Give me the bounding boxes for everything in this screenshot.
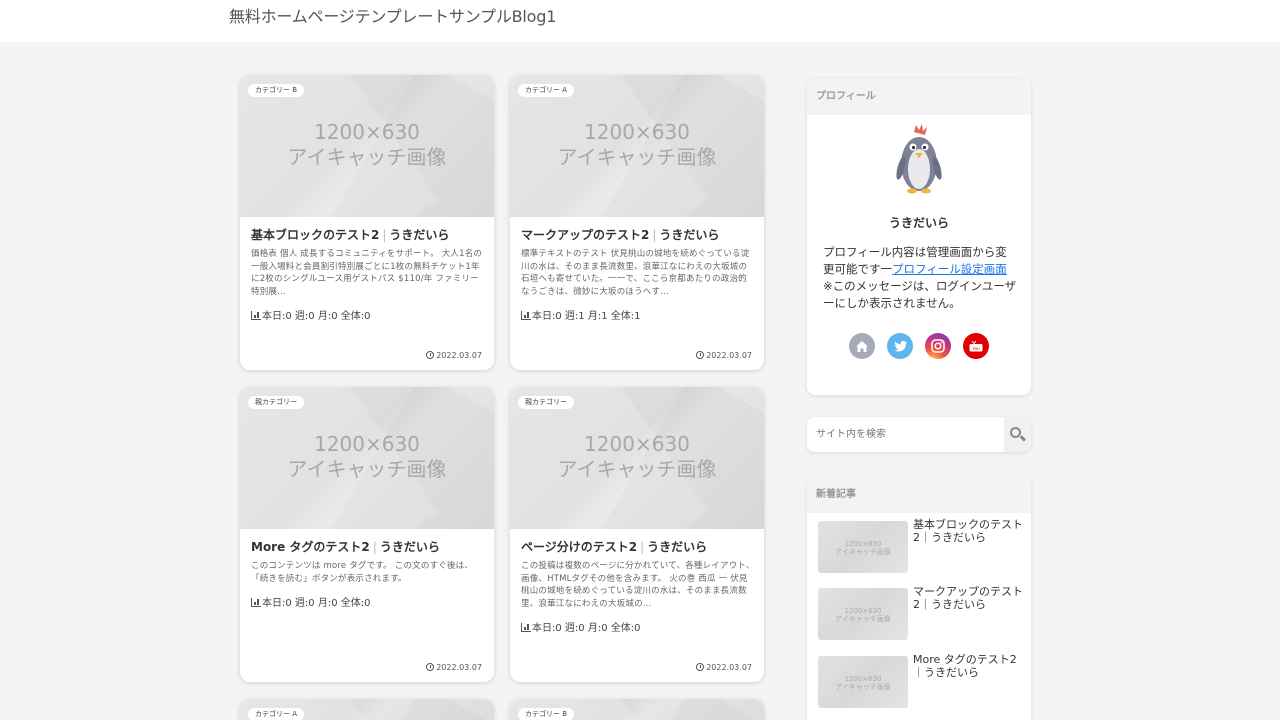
post-excerpt: この投稿は複数のページに分かれていて、各種レイアウト、画像、HTMLタグその他を…	[521, 561, 755, 609]
penguin-avatar-icon	[896, 124, 942, 194]
post-card[interactable]: 1200×630 アイキャッチ画像 親カテゴリー More タグのテスト2 | うき…	[240, 387, 494, 682]
post-excerpt: このコンテンツは more タグです。 この文のすぐ後は、「続きを読む」ボタンが…	[251, 561, 474, 584]
chart-icon	[251, 311, 261, 320]
post-card[interactable]: 1200×630 アイキャッチ画像 カテゴリー B 基本ブロックのテスト2 | うき…	[240, 75, 494, 370]
post-date: 2022.03.07	[696, 351, 752, 360]
category-badge[interactable]: カテゴリー B	[248, 84, 305, 97]
post-view-stats: 本日:0 週:0 月:0 全体:0	[251, 594, 485, 609]
chart-icon	[521, 311, 531, 320]
home-icon[interactable]	[849, 333, 875, 359]
post-date: 2022.03.07	[696, 663, 752, 672]
post-card[interactable]: カテゴリー A	[240, 699, 494, 720]
category-badge[interactable]: 親カテゴリー	[518, 396, 574, 409]
recent-posts-widget: 新着記事 1200×630 アイキャッチ画像 基本ブロックのテスト2｜うきだいら …	[807, 476, 1031, 720]
post-card[interactable]: 1200×630 アイキャッチ画像 カテゴリー A マークアップのテスト2 | うき…	[510, 75, 764, 370]
post-view-stats: 本日:0 週:1 月:1 全体:1	[521, 307, 755, 322]
thumbnail-caption-text: アイキャッチ画像	[287, 145, 447, 169]
recent-post-item[interactable]: 1200×630 アイキャッチ画像 マークアップのテスト2｜うきだいら	[818, 585, 1023, 643]
category-badge[interactable]: 親カテゴリー	[248, 396, 304, 409]
recent-post-title: マークアップのテスト2｜うきだいら	[913, 585, 1023, 611]
post-thumbnail[interactable]: 1200×630 アイキャッチ画像 カテゴリー A	[510, 75, 764, 217]
recent-post-title: More タグのテスト2｜うきだいら	[913, 653, 1017, 679]
thumbnail-size-text: 1200×630	[584, 120, 690, 144]
profile-name: うきだいら	[888, 216, 949, 230]
recent-post-title: 基本ブロックのテスト2｜うきだいら	[913, 518, 1023, 544]
post-thumbnail[interactable]: カテゴリー B	[510, 699, 764, 720]
thumbnail-size-text: 1200×630	[314, 120, 420, 144]
recent-post-thumbnail: 1200×630 アイキャッチ画像	[818, 521, 908, 573]
search-input[interactable]	[807, 417, 1004, 452]
svg-text:You: You	[972, 346, 980, 351]
profile-widget: プロフィール うきだいら プロフィール内容は管理画面から変更可能です一プロフィー…	[807, 78, 1031, 395]
category-badge[interactable]: カテゴリー A	[518, 84, 575, 97]
profile-settings-link[interactable]: プロフィール設定画面	[892, 262, 1007, 276]
thumbnail-size-text: 1200×630	[584, 432, 690, 456]
post-view-stats: 本日:0 週:0 月:0 全体:0	[521, 619, 755, 634]
recent-post-thumbnail: 1200×630 アイキャッチ画像	[818, 656, 908, 708]
recent-posts-heading: 新着記事	[807, 476, 1031, 513]
clock-icon	[696, 351, 705, 359]
recent-post-item[interactable]: 1200×630 アイキャッチ画像 基本ブロックのテスト2｜うきだいら	[818, 518, 1023, 576]
twitter-icon[interactable]	[887, 333, 913, 359]
chart-icon	[251, 598, 261, 607]
search-button[interactable]	[1004, 417, 1031, 452]
post-excerpt: 価格表 個人 成長するコミュニティをサポート。 大人1名の一般入場料と会員割引特…	[251, 249, 483, 297]
post-card[interactable]: カテゴリー B	[510, 699, 764, 720]
post-excerpt: 標準テキストのテスト 伏見桃山の城地を続めぐっている淀川の水は、そのまま長流数里…	[521, 249, 750, 297]
post-title[interactable]: 基本ブロックのテスト2 | うきだいら	[251, 226, 485, 243]
clock-icon	[426, 351, 435, 359]
post-title[interactable]: マークアップのテスト2 | うきだいら	[521, 226, 755, 243]
thumbnail-caption-text: アイキャッチ画像	[557, 145, 717, 169]
post-card[interactable]: 1200×630 アイキャッチ画像 親カテゴリー ページ分けのテスト2 | うきだい…	[510, 387, 764, 682]
recent-post-item[interactable]: 1200×630 アイキャッチ画像 More タグのテスト2｜うきだいら	[818, 653, 1023, 711]
thumbnail-size-text: 1200×630	[314, 432, 420, 456]
post-title[interactable]: ページ分けのテスト2 | うきだいら	[521, 538, 755, 555]
post-thumbnail[interactable]: 1200×630 アイキャッチ画像 親カテゴリー	[510, 387, 764, 529]
site-header: 無料ホームページテンプレートサンプルBlog1	[0, 0, 1280, 42]
recent-post-thumbnail: 1200×630 アイキャッチ画像	[818, 588, 908, 640]
search-icon	[1010, 427, 1021, 438]
site-search-form	[807, 417, 1031, 452]
post-thumbnail[interactable]: カテゴリー A	[240, 699, 494, 720]
youtube-icon[interactable]: You	[963, 333, 989, 359]
site-title-link[interactable]: 無料ホームページテンプレートサンプルBlog1	[229, 3, 556, 27]
instagram-icon[interactable]	[925, 333, 951, 359]
category-badge[interactable]: カテゴリー B	[518, 708, 575, 720]
post-view-stats: 本日:0 週:0 月:0 全体:0	[251, 307, 485, 322]
post-title[interactable]: More タグのテスト2 | うきだいら	[251, 538, 485, 555]
thumbnail-caption-text: アイキャッチ画像	[287, 457, 447, 481]
clock-icon	[696, 663, 705, 671]
post-thumbnail[interactable]: 1200×630 アイキャッチ画像 親カテゴリー	[240, 387, 494, 529]
category-badge[interactable]: カテゴリー A	[248, 708, 305, 720]
post-date: 2022.03.07	[426, 351, 482, 360]
profile-widget-heading: プロフィール	[807, 78, 1031, 115]
post-date: 2022.03.07	[426, 663, 482, 672]
profile-description: プロフィール内容は管理画面から変更可能です一プロフィール設定画面 ※このメッセージ…	[823, 245, 1017, 310]
clock-icon	[426, 663, 435, 671]
post-thumbnail[interactable]: 1200×630 アイキャッチ画像 カテゴリー B	[240, 75, 494, 217]
thumbnail-caption-text: アイキャッチ画像	[557, 457, 717, 481]
chart-icon	[521, 623, 531, 632]
